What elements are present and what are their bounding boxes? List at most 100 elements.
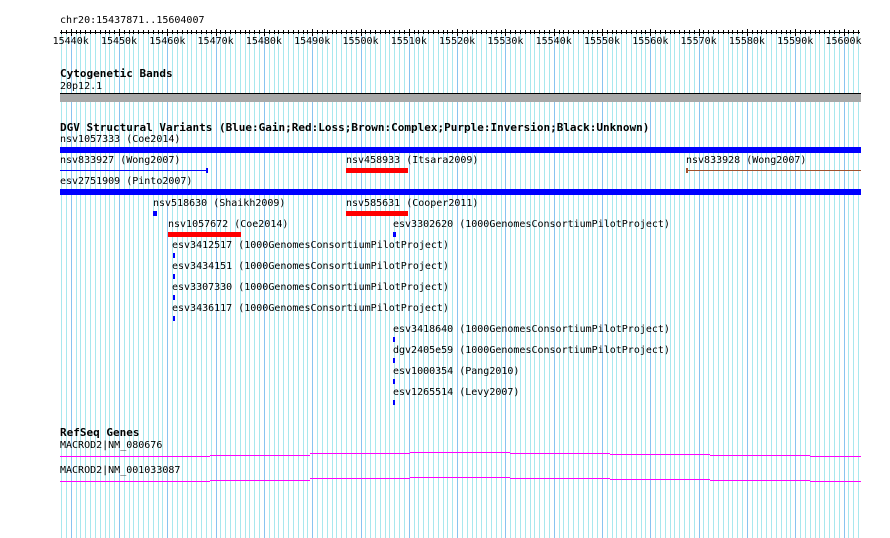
ruler-tick (71, 29, 72, 36)
grid-line (95, 30, 96, 538)
gene-segment[interactable] (510, 453, 610, 454)
ruler-tick (317, 30, 318, 34)
gene-segment[interactable] (410, 477, 510, 478)
ruler-tick (389, 30, 390, 34)
variant-end-marker (686, 168, 688, 173)
grid-line (510, 30, 511, 538)
ruler-tick (713, 30, 714, 34)
ruler-tick (385, 30, 386, 34)
variant-bar[interactable] (153, 211, 157, 216)
ruler-tick (327, 30, 328, 34)
gene-segment[interactable] (710, 480, 810, 481)
gene-segment[interactable] (610, 479, 710, 480)
variant-bar[interactable] (60, 189, 861, 195)
variant-label: esv3434151 (1000GenomesConsortiumPilotPr… (172, 261, 449, 272)
variant-bar[interactable] (346, 211, 408, 216)
grid-line (119, 30, 120, 538)
ruler-tick (80, 30, 81, 34)
ruler-tick (66, 30, 67, 34)
ruler-label: 15590k (777, 36, 814, 47)
gene-segment[interactable] (710, 455, 810, 456)
variant-bar[interactable] (60, 170, 207, 171)
ruler-tick (670, 30, 671, 34)
ruler-tick (757, 30, 758, 34)
variant-bar[interactable] (346, 168, 408, 173)
ruler-tick (365, 30, 366, 34)
ruler-tick (544, 30, 545, 34)
gene-segment[interactable] (310, 478, 410, 479)
grid-line (578, 30, 579, 538)
gene-segment[interactable] (60, 481, 210, 482)
gene-segment[interactable] (810, 481, 861, 482)
variant-bar[interactable] (393, 358, 395, 363)
gene-segment[interactable] (810, 456, 861, 457)
gene-segment[interactable] (60, 456, 210, 457)
gene-segment[interactable] (410, 452, 510, 453)
variant-bar[interactable] (173, 295, 175, 300)
ruler-tick (853, 30, 854, 34)
ruler-tick (346, 30, 347, 34)
cytoband-bar[interactable] (60, 93, 861, 102)
variant-bar[interactable] (168, 232, 241, 237)
grid-line (563, 30, 564, 538)
grid-line (728, 30, 729, 538)
grid-line (815, 30, 816, 538)
ruler-tick (394, 30, 395, 34)
ruler-tick (187, 30, 188, 34)
variant-bar[interactable] (393, 400, 395, 405)
grid-line (723, 30, 724, 538)
ruler-tick (684, 30, 685, 34)
grid-line (124, 30, 125, 538)
ruler-tick (274, 30, 275, 34)
ruler-tick (336, 30, 337, 34)
grid-line (467, 30, 468, 538)
grid-line (829, 30, 830, 538)
ruler-tick (438, 30, 439, 34)
ruler-tick (162, 30, 163, 34)
gene-segment[interactable] (310, 453, 410, 454)
gene-segment[interactable] (510, 478, 610, 479)
variant-bar[interactable] (60, 147, 861, 153)
gene-segment[interactable] (210, 480, 310, 481)
ruler-tick (703, 30, 704, 34)
variant-bar[interactable] (173, 274, 175, 279)
ruler-tick (650, 29, 651, 36)
ruler-tick (621, 30, 622, 34)
grid-line (588, 30, 589, 538)
ruler-tick (158, 30, 159, 34)
grid-line (592, 30, 593, 538)
ruler-tick (534, 30, 535, 34)
grid-line (636, 30, 637, 538)
ruler-tick (191, 30, 192, 34)
ruler-tick (216, 29, 217, 36)
grid-line (515, 30, 516, 538)
ruler-tick (583, 30, 584, 34)
gene-segment[interactable] (210, 455, 310, 456)
grid-line (713, 30, 714, 538)
grid-line (684, 30, 685, 538)
ruler-tick (399, 30, 400, 34)
variant-bar[interactable] (393, 232, 396, 237)
grid-line (583, 30, 584, 538)
ruler-tick (636, 30, 637, 34)
ruler-tick (694, 30, 695, 34)
variant-bar[interactable] (173, 316, 175, 321)
ruler-tick (819, 30, 820, 34)
ruler-tick (283, 30, 284, 34)
variant-label: esv3302620 (1000GenomesConsortiumPilotPr… (393, 219, 670, 230)
genome-browser-view: chr20:15437871..15604007 15440k 15450k 154… (0, 0, 890, 538)
gene-segment[interactable] (610, 454, 710, 455)
variant-label: nsv518630 (Shaikh2009) (153, 198, 286, 209)
ruler-tick (834, 30, 835, 34)
grid-line (491, 30, 492, 538)
variant-bar[interactable] (686, 170, 861, 171)
variant-bar[interactable] (393, 337, 395, 342)
ruler-tick (351, 30, 352, 34)
ruler-label: 15450k (100, 36, 138, 47)
variant-bar[interactable] (173, 253, 175, 258)
ruler-tick (138, 30, 139, 34)
ruler-tick (496, 30, 497, 34)
ruler-tick (428, 30, 429, 34)
variant-bar[interactable] (393, 379, 395, 384)
ruler-tick (129, 30, 130, 34)
